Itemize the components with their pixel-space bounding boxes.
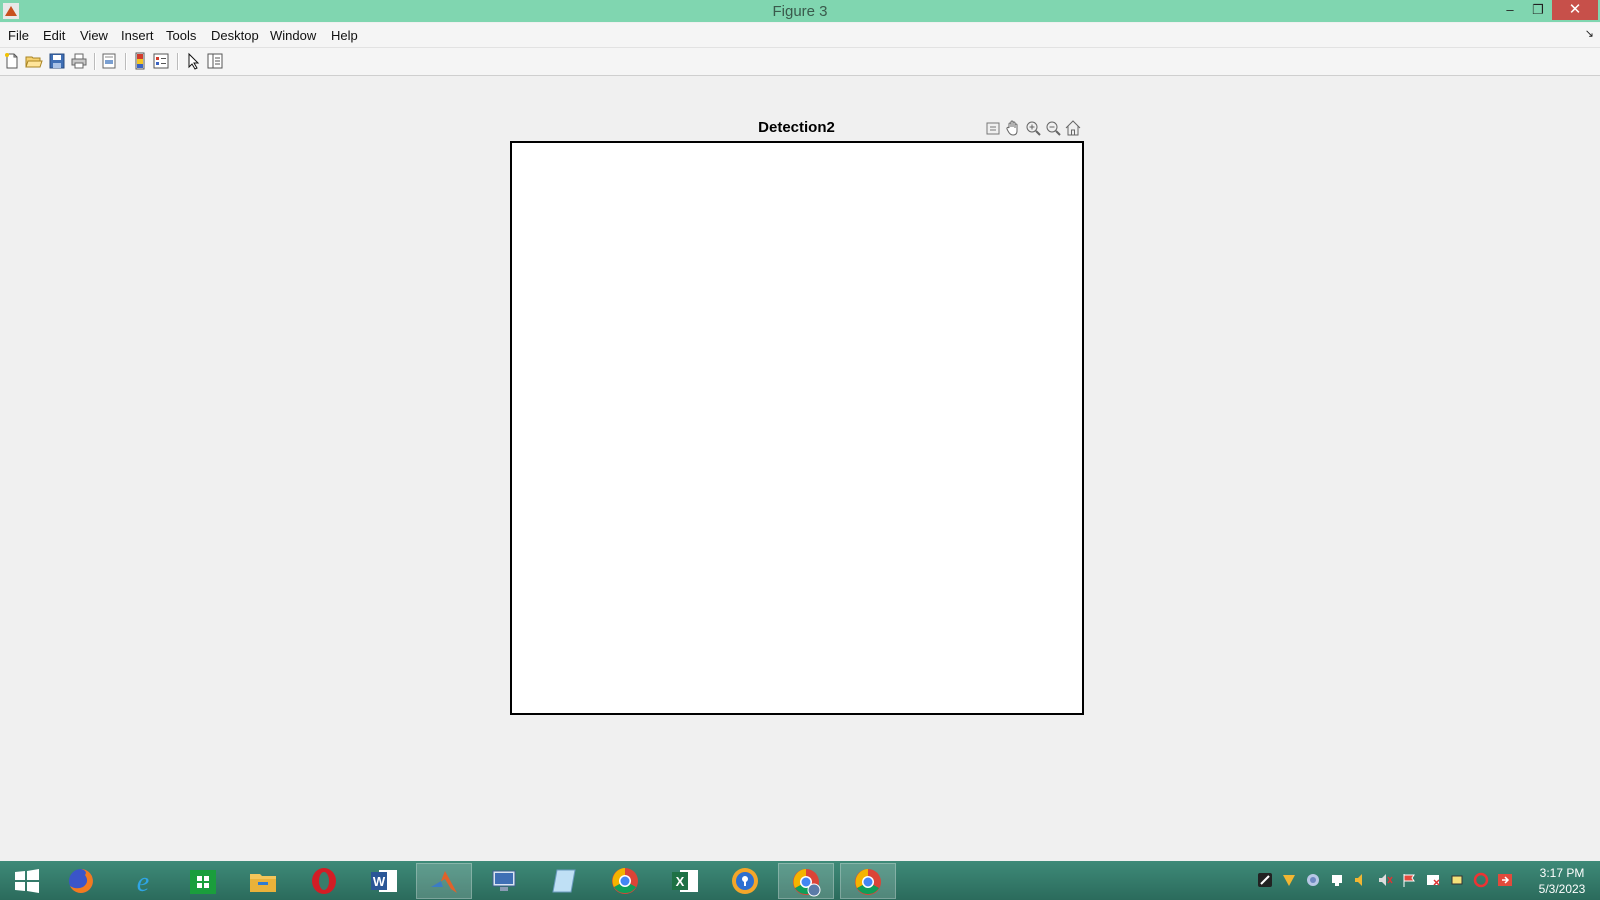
pan-hand-icon[interactable] bbox=[1004, 119, 1022, 137]
taskbar-vpn[interactable] bbox=[718, 863, 774, 899]
print-icon[interactable] bbox=[70, 52, 88, 70]
remote-desktop-icon bbox=[492, 870, 516, 891]
start-button[interactable] bbox=[0, 863, 56, 899]
edit-plot-icon[interactable] bbox=[185, 52, 203, 70]
firefox-icon bbox=[69, 869, 93, 893]
save-icon[interactable] bbox=[48, 52, 66, 70]
file-explorer-icon bbox=[250, 874, 276, 892]
toolbar-separator bbox=[125, 53, 127, 70]
tray-action-center-icon[interactable] bbox=[1425, 872, 1441, 888]
plot-axes[interactable] bbox=[510, 141, 1084, 715]
matlab-icon bbox=[431, 871, 457, 893]
colorbar-icon[interactable] bbox=[131, 52, 149, 70]
tray-remote-icon[interactable] bbox=[1497, 872, 1513, 888]
property-inspector-icon[interactable] bbox=[206, 52, 224, 70]
tray-usb-icon[interactable] bbox=[1449, 872, 1465, 888]
chrome-icon bbox=[612, 868, 638, 894]
svg-text:X: X bbox=[676, 874, 685, 889]
chrome-icon bbox=[855, 869, 881, 895]
menu-view[interactable]: View bbox=[80, 28, 108, 43]
opera-icon bbox=[312, 868, 336, 894]
tray-flag-icon[interactable] bbox=[1401, 872, 1417, 888]
home-icon[interactable] bbox=[1064, 119, 1082, 137]
start-icon bbox=[15, 869, 39, 893]
taskbar-explorer[interactable] bbox=[236, 863, 292, 899]
toolbar-separator bbox=[94, 53, 96, 70]
taskbar-remote[interactable] bbox=[477, 863, 533, 899]
zoom-out-icon[interactable] bbox=[1044, 119, 1062, 137]
notepad-icon bbox=[552, 869, 576, 893]
menu-window[interactable]: Window bbox=[270, 28, 316, 43]
tray-shield-icon[interactable] bbox=[1281, 872, 1297, 888]
maximize-button[interactable]: ❐ bbox=[1524, 0, 1552, 20]
figure-toolbar bbox=[0, 48, 1600, 76]
taskbar-notepad[interactable] bbox=[537, 863, 593, 899]
tray-opera-icon[interactable] bbox=[1473, 872, 1489, 888]
excel-icon: X bbox=[672, 870, 698, 892]
taskbar-chrome-2[interactable] bbox=[840, 863, 896, 899]
taskbar-word[interactable]: W bbox=[357, 863, 413, 899]
toolbar-separator bbox=[177, 53, 179, 70]
new-figure-icon[interactable] bbox=[3, 52, 21, 70]
vpn-icon bbox=[732, 868, 758, 894]
taskbar-store[interactable] bbox=[176, 863, 232, 899]
menu-file[interactable]: File bbox=[8, 28, 29, 43]
print-preview-icon[interactable] bbox=[100, 52, 118, 70]
svg-text:e: e bbox=[137, 867, 149, 896]
menu-tools[interactable]: Tools bbox=[166, 28, 196, 43]
taskbar-clock[interactable]: 3:17 PM 5/3/2023 bbox=[1530, 865, 1594, 897]
window-title: Figure 3 bbox=[772, 3, 828, 20]
tray-device-icon[interactable] bbox=[1329, 872, 1345, 888]
tray-volume-icon[interactable] bbox=[1353, 872, 1369, 888]
taskbar-chrome[interactable] bbox=[598, 863, 654, 899]
menu-bar: File Edit View Insert Tools Desktop Wind… bbox=[0, 23, 1600, 48]
open-file-icon[interactable] bbox=[25, 52, 43, 70]
export-icon[interactable] bbox=[984, 119, 1002, 137]
window-titlebar: Figure 3 – ❐ ✕ bbox=[0, 0, 1600, 22]
taskbar-firefox[interactable] bbox=[54, 863, 110, 899]
store-icon bbox=[190, 870, 216, 894]
taskbar-excel[interactable]: X bbox=[658, 863, 714, 899]
legend-icon[interactable] bbox=[152, 52, 170, 70]
svg-text:W: W bbox=[373, 874, 386, 889]
word-icon: W bbox=[371, 870, 397, 892]
close-button[interactable]: ✕ bbox=[1552, 0, 1598, 20]
taskbar-ie[interactable]: e bbox=[116, 863, 172, 899]
menu-desktop[interactable]: Desktop bbox=[211, 28, 259, 43]
clock-date: 5/3/2023 bbox=[1538, 882, 1586, 896]
windows-taskbar: e W X 3:17 PM 5/3/2023 bbox=[0, 861, 1600, 900]
zoom-in-icon[interactable] bbox=[1024, 119, 1042, 137]
tray-app-icon[interactable] bbox=[1257, 872, 1273, 888]
dock-arrow-icon[interactable]: ↘ bbox=[1585, 27, 1594, 40]
minimize-button[interactable]: – bbox=[1496, 0, 1524, 20]
taskbar-chrome-profile[interactable] bbox=[778, 863, 834, 899]
menu-edit[interactable]: Edit bbox=[43, 28, 65, 43]
menu-help[interactable]: Help bbox=[331, 28, 358, 43]
chrome-profile-icon bbox=[793, 869, 821, 897]
taskbar-opera[interactable] bbox=[297, 863, 353, 899]
tray-mute-icon[interactable] bbox=[1377, 872, 1393, 888]
taskbar-matlab[interactable] bbox=[416, 863, 472, 899]
figure-canvas[interactable]: Detection2 bbox=[0, 76, 1600, 861]
clock-time: 3:17 PM bbox=[1539, 866, 1585, 880]
tray-network-icon[interactable] bbox=[1305, 872, 1321, 888]
internet-explorer-icon: e bbox=[137, 867, 149, 896]
menu-insert[interactable]: Insert bbox=[121, 28, 154, 43]
